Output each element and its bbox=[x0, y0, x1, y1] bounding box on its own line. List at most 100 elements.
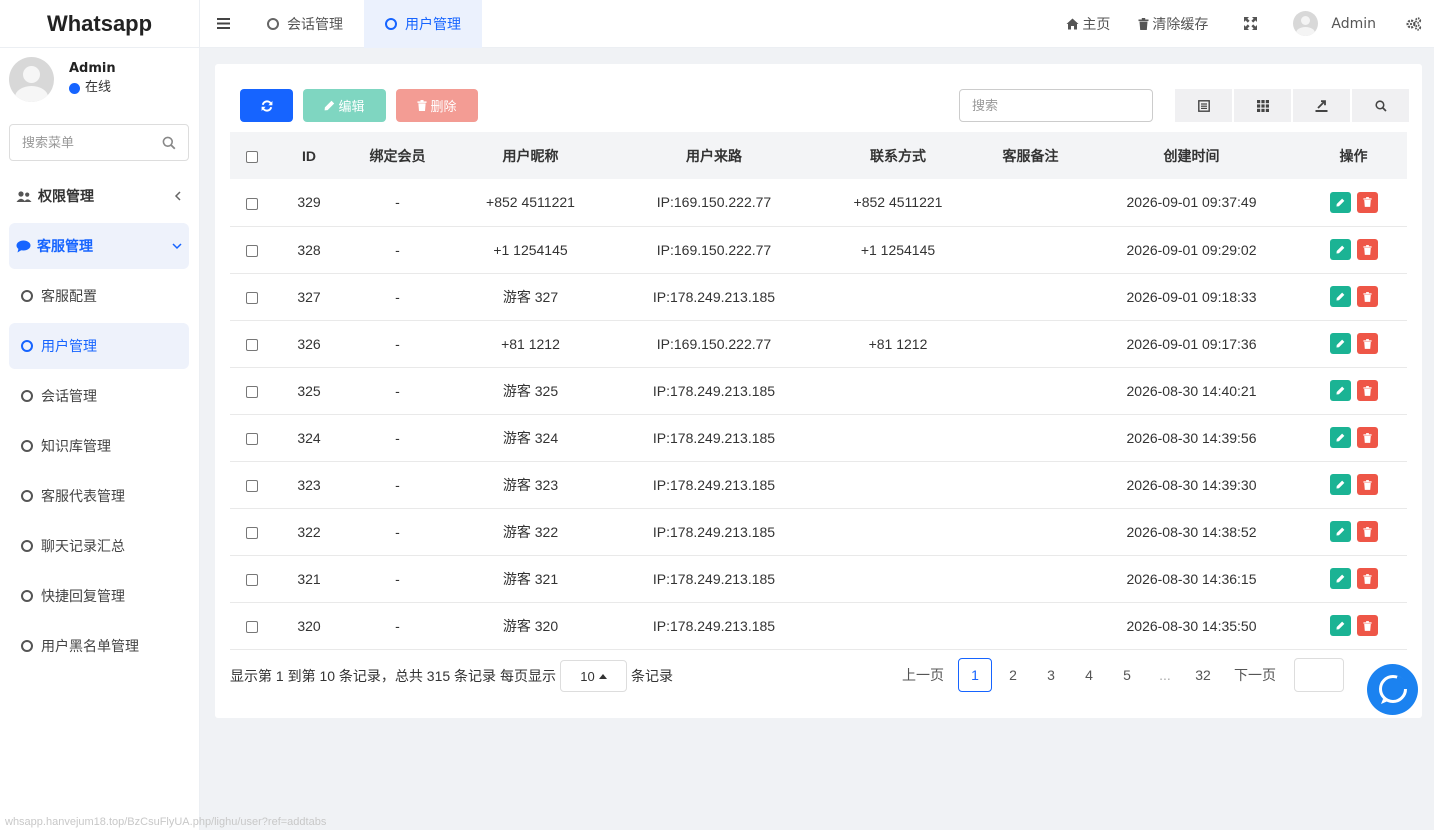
row-delete-button[interactable] bbox=[1356, 286, 1378, 307]
menu-search-input[interactable] bbox=[22, 135, 142, 150]
row-edit-button[interactable] bbox=[1329, 474, 1351, 495]
row-delete-button[interactable] bbox=[1356, 380, 1378, 401]
column-header[interactable]: 用户昵称 bbox=[451, 132, 610, 179]
row-edit-button[interactable] bbox=[1329, 568, 1351, 589]
sidebar-item-user-management[interactable]: 用户管理 bbox=[9, 323, 189, 369]
tab-session-management[interactable]: 会话管理 bbox=[246, 0, 364, 48]
chat-widget-button[interactable] bbox=[1367, 664, 1418, 715]
page-button[interactable]: 5 bbox=[1110, 658, 1144, 692]
column-header[interactable]: 用户来路 bbox=[610, 132, 818, 179]
sidebar-item-agent-management[interactable]: 客服代表管理 bbox=[9, 473, 189, 519]
row-checkbox[interactable] bbox=[246, 526, 258, 539]
page-button[interactable]: 4 bbox=[1072, 658, 1106, 692]
table-search-input[interactable] bbox=[959, 89, 1153, 122]
row-edit-button[interactable] bbox=[1329, 333, 1351, 354]
table-row[interactable]: 324 - 游客 324 IP:178.249.213.185 2026-08-30 1… bbox=[230, 414, 1407, 461]
row-edit-button[interactable] bbox=[1329, 380, 1351, 401]
page-size-select[interactable]: 10 bbox=[559, 660, 627, 692]
table-row[interactable]: 326 - +81 1212 IP:169.150.222.77 +81 1212 202… bbox=[230, 320, 1407, 367]
row-actions bbox=[1300, 367, 1407, 414]
search-icon[interactable] bbox=[162, 136, 176, 150]
row-edit-button[interactable] bbox=[1329, 427, 1351, 448]
row-edit-button[interactable] bbox=[1329, 615, 1351, 636]
column-header[interactable]: 创建时间 bbox=[1083, 132, 1300, 179]
pencil-icon bbox=[1335, 292, 1344, 301]
table-row[interactable]: 327 - 游客 327 IP:178.249.213.185 2026-09-01 0… bbox=[230, 273, 1407, 320]
table-row[interactable]: 323 - 游客 323 IP:178.249.213.185 2026-08-30 1… bbox=[230, 461, 1407, 508]
row-delete-button[interactable] bbox=[1356, 191, 1378, 213]
select-all-checkbox[interactable] bbox=[246, 150, 258, 163]
row-checkbox[interactable] bbox=[246, 197, 258, 210]
export-button[interactable] bbox=[1293, 89, 1350, 122]
table-header-row: ID 绑定会员 用户昵称 用户来路 联系方式 客服备注 创建时间 操作 bbox=[230, 132, 1407, 179]
sidebar-item-session-management[interactable]: 会话管理 bbox=[9, 373, 189, 419]
edit-button[interactable]: 编辑 bbox=[303, 89, 386, 122]
table-row[interactable]: 320 - 游客 320 IP:178.249.213.185 2026-08-30 1… bbox=[230, 602, 1407, 649]
next-page-button[interactable]: 下一页 bbox=[1224, 658, 1286, 692]
sidebar-item-cs-config[interactable]: 客服配置 bbox=[9, 273, 189, 319]
tab-user-management[interactable]: 用户管理 bbox=[364, 0, 482, 48]
cell-source: IP:178.249.213.185 bbox=[652, 382, 776, 399]
prev-page-button[interactable]: 上一页 bbox=[892, 658, 954, 692]
sidebar-item-knowledge-base[interactable]: 知识库管理 bbox=[9, 423, 189, 469]
row-checkbox[interactable] bbox=[246, 479, 258, 492]
advanced-search-button[interactable] bbox=[1352, 89, 1409, 122]
sidebar-group-permissions[interactable]: 权限管理 bbox=[9, 173, 189, 219]
row-delete-button[interactable] bbox=[1356, 333, 1378, 354]
row-edit-button[interactable] bbox=[1329, 286, 1351, 307]
row-checkbox[interactable] bbox=[246, 244, 258, 257]
page-size-value: 10 bbox=[580, 668, 595, 684]
grid-view-button[interactable] bbox=[1234, 89, 1291, 122]
row-checkbox[interactable] bbox=[246, 573, 258, 586]
column-header[interactable]: ID bbox=[274, 132, 344, 179]
page-button[interactable]: 2 bbox=[996, 658, 1030, 692]
home-link[interactable]: 主页 bbox=[1052, 14, 1124, 34]
table-row[interactable]: 328 - +1 1254145 IP:169.150.222.77 +1 125414… bbox=[230, 226, 1407, 273]
page-button[interactable]: 1 bbox=[958, 658, 992, 692]
column-header[interactable]: 联系方式 bbox=[818, 132, 978, 179]
sidebar-group-customer-service[interactable]: 客服管理 bbox=[9, 223, 189, 269]
chevron-down-icon bbox=[172, 243, 182, 250]
pagination-info: 显示第 1 到第 10 条记录，总共 315 条记录 每页显示 10 条记录 bbox=[230, 660, 673, 692]
sidebar-item-chat-history[interactable]: 聊天记录汇总 bbox=[9, 523, 189, 569]
row-delete-button[interactable] bbox=[1356, 521, 1378, 542]
row-checkbox[interactable] bbox=[246, 338, 258, 351]
page-button[interactable]: 32 bbox=[1186, 658, 1220, 692]
row-checkbox[interactable] bbox=[246, 620, 258, 633]
clear-cache-link[interactable]: 清除缓存 bbox=[1124, 14, 1222, 34]
column-header[interactable]: 客服备注 bbox=[978, 132, 1083, 179]
list-view-button[interactable] bbox=[1175, 89, 1232, 122]
page-jump-input[interactable] bbox=[1294, 658, 1344, 692]
row-delete-button[interactable] bbox=[1356, 568, 1378, 589]
trash-icon bbox=[1362, 291, 1372, 302]
row-checkbox[interactable] bbox=[246, 291, 258, 304]
menu-toggle-button[interactable] bbox=[200, 0, 246, 48]
row-delete-button[interactable] bbox=[1356, 615, 1378, 636]
user-menu[interactable]: Admin bbox=[1279, 11, 1390, 36]
pencil-icon bbox=[1335, 574, 1344, 583]
column-header[interactable]: 绑定会员 bbox=[344, 132, 451, 179]
row-checkbox[interactable] bbox=[246, 385, 258, 398]
table-row[interactable]: 329 - +852 4511221 IP:169.150.222.77 +852 45… bbox=[230, 179, 1407, 226]
row-delete-button[interactable] bbox=[1356, 474, 1378, 495]
row-edit-button[interactable] bbox=[1329, 239, 1351, 260]
app-title[interactable]: Whatsapp bbox=[0, 0, 199, 48]
row-edit-button[interactable] bbox=[1329, 191, 1351, 213]
caret-up-icon bbox=[598, 673, 607, 679]
fullscreen-button[interactable] bbox=[1222, 17, 1279, 30]
content-card: 编辑 删除 ID 绑定会员 用户昵称 bbox=[215, 64, 1422, 718]
settings-button[interactable] bbox=[1390, 16, 1434, 31]
table-row[interactable]: 322 - 游客 322 IP:178.249.213.185 2026-08-30 1… bbox=[230, 508, 1407, 555]
sidebar-item-quick-reply[interactable]: 快捷回复管理 bbox=[9, 573, 189, 619]
cell-id: 328 bbox=[297, 241, 321, 258]
row-edit-button[interactable] bbox=[1329, 521, 1351, 542]
row-delete-button[interactable] bbox=[1356, 239, 1378, 260]
row-delete-button[interactable] bbox=[1356, 427, 1378, 448]
page-button[interactable]: 3 bbox=[1034, 658, 1068, 692]
table-row[interactable]: 325 - 游客 325 IP:178.249.213.185 2026-08-30 1… bbox=[230, 367, 1407, 414]
sidebar-item-blacklist[interactable]: 用户黑名单管理 bbox=[9, 623, 189, 669]
table-row[interactable]: 321 - 游客 321 IP:178.249.213.185 2026-08-30 1… bbox=[230, 555, 1407, 602]
refresh-button[interactable] bbox=[240, 89, 293, 122]
row-checkbox[interactable] bbox=[246, 432, 258, 445]
delete-button[interactable]: 删除 bbox=[396, 89, 478, 122]
